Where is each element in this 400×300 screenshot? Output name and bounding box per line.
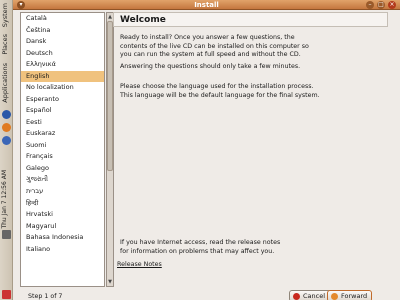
cancel-button-label: Cancel — [303, 292, 326, 300]
scroll-down-icon[interactable]: ▼ — [107, 278, 113, 286]
language-item[interactable]: Magyarul — [21, 221, 104, 233]
language-item[interactable]: ગુજરાતી — [21, 174, 104, 186]
language-item[interactable]: Dansk — [21, 36, 104, 48]
minimize-icon[interactable]: – — [366, 1, 374, 9]
help-icon[interactable] — [2, 136, 11, 145]
language-item[interactable]: Deutsch — [21, 48, 104, 60]
language-item[interactable]: Bahasa Indonesia — [21, 232, 104, 244]
step-indicator: Step 1 of 7 — [28, 293, 63, 300]
places-menu[interactable]: Places — [1, 34, 9, 55]
forward-button[interactable]: Forward — [327, 290, 372, 300]
maximize-icon[interactable]: □ — [377, 1, 385, 9]
language-item[interactable]: Català — [21, 13, 104, 25]
firefox-icon[interactable] — [2, 123, 11, 132]
language-item[interactable]: Suomi — [21, 140, 104, 152]
network-icon[interactable] — [2, 110, 11, 119]
language-item[interactable]: Français — [21, 151, 104, 163]
installer-window: Català Čeština Dansk Deutsch Ελληνικά English… — [13, 10, 400, 300]
language-item[interactable]: Euskaraz — [21, 128, 104, 140]
cancel-button[interactable]: Cancel — [289, 290, 331, 300]
page-title: Welcome — [113, 12, 388, 27]
language-item[interactable]: Čeština — [21, 25, 104, 37]
language-item[interactable]: Galego — [21, 163, 104, 175]
gnome-side-panel: System Places Applications Thu Jan 7 12:… — [0, 0, 13, 300]
language-item[interactable]: Hrvatski — [21, 209, 104, 221]
close-icon[interactable]: × — [388, 1, 396, 9]
language-item[interactable]: עברית — [21, 186, 104, 198]
language-item[interactable]: Eesti — [21, 117, 104, 129]
scrollbar-thumb[interactable] — [107, 21, 113, 171]
applications-menu[interactable]: Applications — [1, 63, 9, 103]
language-item[interactable]: Ελληνικά — [21, 59, 104, 71]
power-icon[interactable] — [2, 290, 11, 299]
release-notes-link[interactable]: Release Notes — [117, 261, 162, 268]
language-list[interactable]: Català Čeština Dansk Deutsch Ελληνικά English… — [20, 12, 105, 287]
forward-button-label: Forward — [341, 292, 368, 300]
forward-icon — [331, 293, 338, 300]
window-titlebar[interactable]: ▾ Install – □ × — [13, 0, 400, 10]
language-item[interactable]: Español — [21, 105, 104, 117]
language-list-scrollbar[interactable]: ▲ ▼ — [106, 12, 114, 287]
monitor-icon[interactable] — [2, 230, 11, 239]
language-item[interactable]: Italiano — [21, 244, 104, 256]
language-item[interactable]: हिन्दी — [21, 198, 104, 210]
intro-text: Ready to install? Once you answer a few … — [120, 34, 309, 58]
panel-clock[interactable]: Thu Jan 7 12:56 AM — [1, 170, 8, 229]
system-menu[interactable]: System — [1, 3, 9, 27]
cancel-icon — [293, 293, 300, 300]
choose-language-text: Please choose the language used for the … — [120, 83, 320, 99]
language-item[interactable]: English — [21, 70, 104, 83]
language-item[interactable]: No localization — [21, 82, 104, 94]
language-item[interactable]: Esperanto — [21, 94, 104, 106]
internet-text: If you have Internet access, read the re… — [120, 239, 281, 255]
answering-text: Answering the questions should only take… — [120, 63, 301, 70]
window-title: Install — [194, 1, 219, 9]
